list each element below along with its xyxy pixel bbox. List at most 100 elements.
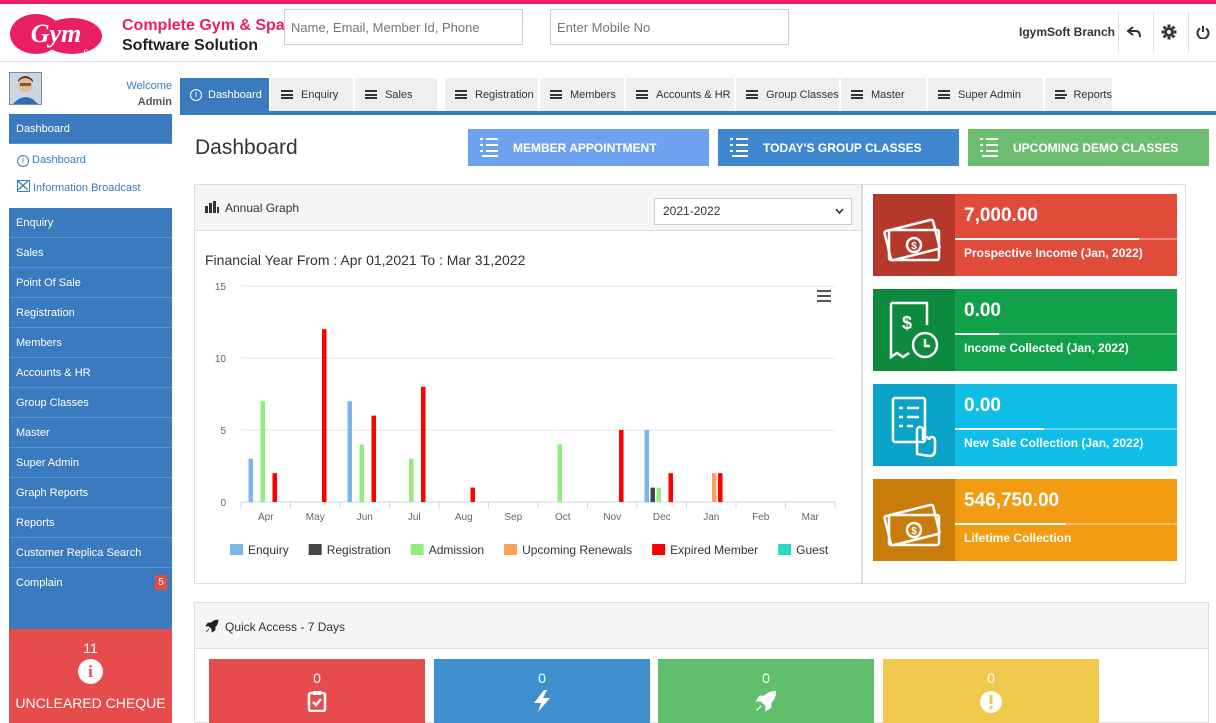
tab-reports[interactable]: Reports [1045,78,1113,111]
clipboard-check-icon [307,691,327,713]
sidebar-item-label: Group Classes [16,396,89,409]
tab-label: Master [871,88,905,101]
bar-enquiry [644,430,649,502]
main-tabs: i Dashboard Enquiry Sales Registration M… [180,78,1216,112]
uncleared-cheque-box[interactable]: 11 i UNCLEARED CHEQUE [9,629,172,723]
sidebar-item-customer-replica-search[interactable]: Customer Replica Search [9,538,172,568]
submenu-dashboard[interactable]: i Dashboard [17,154,86,167]
x-tick-label: May [306,512,325,523]
x-tick-label: Jul [408,512,421,523]
submenu-information-broadcast[interactable]: Information Broadcast [17,180,141,194]
tab-dashboard[interactable]: i Dashboard [180,78,270,111]
sidebar-item-label: Registration [16,306,75,319]
legend-item[interactable]: Expired Member [652,543,758,557]
bar-chart-icon [205,201,219,213]
info-icon: i [190,88,202,101]
tab-label: Reports [1073,88,1112,101]
x-tick-label: Jan [703,512,719,523]
tab-super-admin[interactable]: Super Admin [928,78,1044,111]
legend-item[interactable]: Enquiry [230,543,289,557]
broadcast-icon [17,180,30,192]
x-tick-label: Apr [258,512,274,523]
sidebar-item-registration[interactable]: Registration [9,298,172,328]
tab-label: Registration [475,88,534,101]
tab-label: Enquiry [301,88,339,101]
sidebar-item-super-admin[interactable]: Super Admin [9,448,172,478]
tab-registration[interactable]: Registration [445,78,539,111]
sidebar-item-group-classes[interactable]: Group Classes [9,388,172,418]
x-tick-label: Dec [653,512,671,523]
stat-card-prospective-income[interactable]: $ 7,000.00 Prospective Income (Jan, 2022… [873,194,1177,276]
x-tick-label: Oct [555,512,571,523]
tab-sales[interactable]: Sales [355,78,438,111]
branch-name[interactable]: IgymSoft Branch [1019,25,1115,39]
sidebar-submenu: i Dashboard Information Broadcast [9,144,172,208]
tab-accounts-hr[interactable]: Accounts & HR [626,78,735,111]
power-icon[interactable] [1188,12,1216,52]
tab-enquiry[interactable]: Enquiry [271,78,354,111]
quick-access-title: Quick Access - 7 Days [225,620,346,634]
member-appointment-button[interactable]: MEMBER APPOINTMENT [468,129,709,166]
stat-card-new-sale-collection[interactable]: 0.00 New Sale Collection (Jan, 2022) [873,384,1177,466]
tab-members[interactable]: Members [540,78,625,111]
sidebar-item-label: Point Of Sale [16,276,81,289]
todays-group-classes-button[interactable]: TODAY'S GROUP CLASSES [718,129,959,166]
menu-icon [938,90,950,99]
stat-card-lifetime-collection[interactable]: $ 546,750.00 Lifetime Collection [873,479,1177,561]
financial-year-select[interactable]: 2021-2022 [654,198,852,225]
tab-master[interactable]: Master [841,78,927,111]
legend-item[interactable]: Upcoming Renewals [504,543,632,557]
stat-value: 546,750.00 [964,490,1060,511]
stat-value: 0.00 [964,395,1001,416]
legend-item[interactable]: Admission [410,543,484,557]
chart-menu-icon[interactable] [817,290,831,302]
sidebar-item-complain[interactable]: Complain 5 [9,568,172,598]
upcoming-demo-classes-button[interactable]: UPCOMING DEMO CLASSES [968,129,1209,166]
bar-upcoming-renewals [712,473,717,502]
chart-title: Financial Year From : Apr 01,2021 To : M… [205,252,526,268]
member-search-input[interactable] [284,9,523,45]
stat-card-income-collected[interactable]: $ 0.00 Income Collected (Jan, 2022) [873,289,1177,371]
sidebar-item-sales[interactable]: Sales [9,238,172,268]
avatar[interactable] [9,72,42,105]
sidebar-item-master[interactable]: Master [9,418,172,448]
legend-item[interactable]: Registration [308,543,391,557]
quick-access-box-flash[interactable]: 0 [434,659,650,723]
legend-label: Expired Member [670,543,758,557]
tab-group-classes[interactable]: Group Classes [736,78,840,111]
sidebar-item-accounts-hr[interactable]: Accounts & HR [9,358,172,388]
quick-access-box-alerts[interactable]: 0 [883,659,1099,723]
logo-text: Gym [31,19,82,48]
stat-label: Prospective Income (Jan, 2022) [964,246,1143,260]
submenu-label: Dashboard [32,154,86,166]
sidebar-item-point-of-sale[interactable]: Point Of Sale [9,268,172,298]
sidebar-item-enquiry[interactable]: Enquiry [9,208,172,238]
cheque-label: UNCLEARED CHEQUE [15,695,166,711]
legend-swatch [504,544,518,555]
quick-access-box-tasks[interactable]: 0 [209,659,425,723]
tabs-underline [180,111,1216,115]
back-icon[interactable] [1118,12,1148,52]
app-header: Gym Soft Complete Gym & Spa Software Sol… [0,4,1216,62]
tab-label: Super Admin [958,88,1021,101]
sidebar-item-label: Graph Reports [16,486,89,499]
legend-item[interactable]: Guest [778,543,829,557]
sidebar-item-label: Members [16,336,62,349]
stat-progress [955,428,1177,430]
settings-gear-icon[interactable] [1153,12,1183,52]
menu-icon [550,90,562,99]
gymsoft-logo[interactable]: Gym Soft [6,8,106,60]
quick-access-count: 0 [313,670,321,686]
quick-access-box-launch[interactable]: 0 [658,659,874,723]
menu-icon [455,90,467,99]
sidebar-item-graph-reports[interactable]: Graph Reports [9,478,172,508]
sidebar-item-members[interactable]: Members [9,328,172,358]
mobile-search-input[interactable] [550,9,789,45]
sidebar-item-reports[interactable]: Reports [9,508,172,538]
sidebar-item-dashboard[interactable]: Dashboard [9,114,172,144]
tab-label: Sales [385,88,413,101]
button-label: TODAY'S GROUP CLASSES [763,140,922,155]
welcome-text: Welcome [126,80,172,92]
annual-graph-title: Annual Graph [225,201,300,215]
list-icon [980,138,998,157]
